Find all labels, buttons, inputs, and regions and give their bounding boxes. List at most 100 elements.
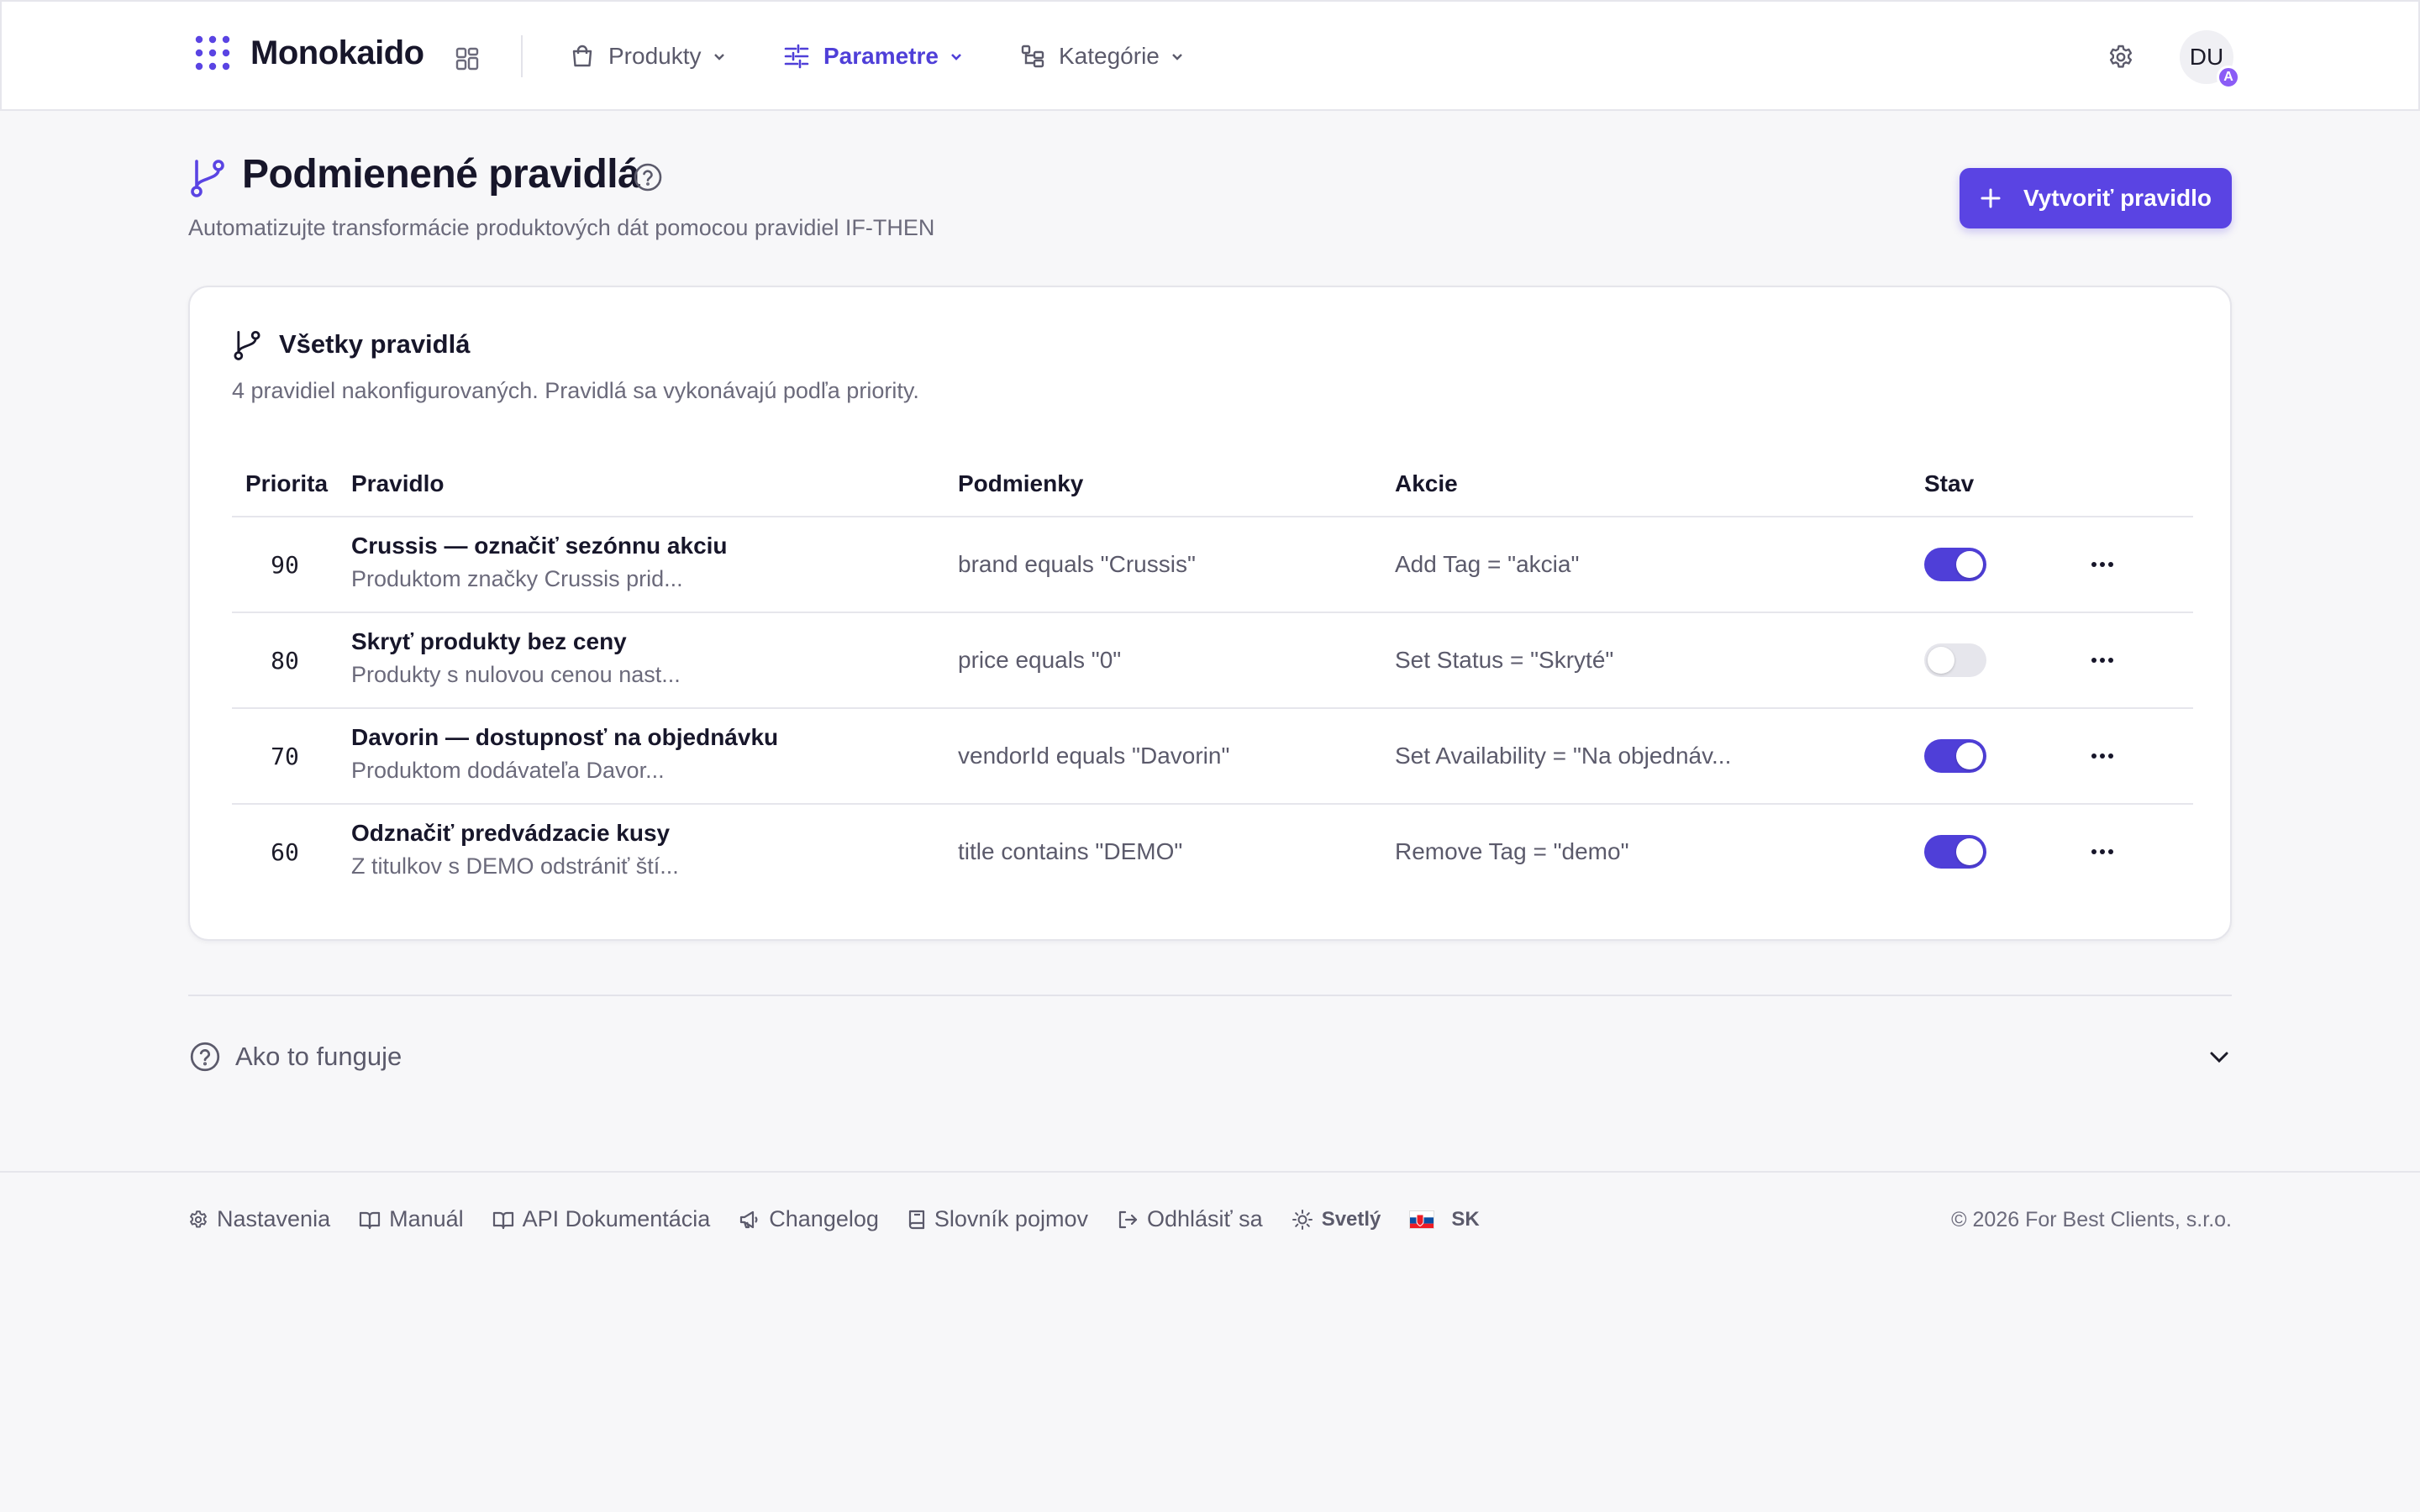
apps-grid-button[interactable] xyxy=(450,42,484,76)
open-book-icon xyxy=(492,1210,514,1230)
nav-item-label: Produkty xyxy=(608,43,702,69)
column-header-status: Stav xyxy=(1924,470,1975,496)
book-icon xyxy=(908,1209,926,1231)
nav-item-label: Parametre xyxy=(823,43,939,69)
more-horizontal-icon xyxy=(2091,657,2114,664)
column-header-actions: Akcie xyxy=(1395,470,1458,496)
rule-description: Produktom značky Crussis prid... xyxy=(351,566,683,591)
brand-name: Monokaido xyxy=(250,34,424,71)
grid-icon xyxy=(454,45,481,72)
avatar-badge: A xyxy=(2217,66,2240,89)
row-more-button[interactable] xyxy=(2086,743,2119,769)
rule-action: Add Tag = "akcia" xyxy=(1395,551,1580,577)
more-horizontal-icon xyxy=(2091,848,2114,855)
sun-icon xyxy=(1292,1209,1313,1231)
top-navigation: Monokaido Produkty Parametre Kategórie D… xyxy=(0,0,2420,111)
help-circle-icon[interactable] xyxy=(632,161,664,193)
brand-logo-link[interactable]: Monokaido xyxy=(193,34,424,72)
footer-link-glossary[interactable]: Slovník pojmov xyxy=(908,1206,1088,1232)
rule-name[interactable]: Skryť produkty bez ceny xyxy=(351,628,627,655)
chevron-down-icon xyxy=(949,49,964,64)
rule-priority: 60 xyxy=(271,837,299,866)
rule-condition: brand equals "Crussis" xyxy=(958,551,1196,577)
plus-icon xyxy=(1980,187,2002,209)
rule-action: Remove Tag = "demo" xyxy=(1395,838,1629,864)
toggle-knob xyxy=(1956,551,1983,578)
rule-action: Set Status = "Skryté" xyxy=(1395,647,1614,673)
more-horizontal-icon xyxy=(2091,561,2114,568)
nav-divider xyxy=(521,35,523,77)
rule-description: Produktom dodávateľa Davor... xyxy=(351,758,665,783)
rule-condition: title contains "DEMO" xyxy=(958,838,1183,864)
table-row[interactable]: 60 Odznačiť predvádzacie kusy Z titulkov… xyxy=(232,805,2193,900)
page-subtitle: Automatizujte transformácie produktových… xyxy=(188,215,935,240)
footer-link-label: Nastavenia xyxy=(217,1206,331,1231)
user-avatar-button[interactable]: DU A xyxy=(2180,30,2240,89)
chevron-down-icon xyxy=(2207,1045,2232,1070)
sliders-icon xyxy=(783,44,810,69)
slovakia-flag-icon xyxy=(1409,1210,1435,1229)
rule-action: Set Availability = "Na objednáv... xyxy=(1395,743,1732,769)
logout-icon xyxy=(1117,1209,1139,1231)
language-switcher[interactable]: SK xyxy=(1409,1207,1480,1231)
footer-link-settings[interactable]: Nastavenia xyxy=(188,1206,330,1232)
footer-link-manual[interactable]: Manuál xyxy=(359,1206,464,1232)
create-rule-label: Vytvoriť pravidlo xyxy=(2023,185,2212,211)
how-it-works-accordion[interactable]: Ako to funguje xyxy=(188,1030,2232,1082)
rule-status-toggle[interactable] xyxy=(1924,548,1986,581)
toggle-knob xyxy=(1928,647,1954,674)
rule-name[interactable]: Crussis — označiť sezónnu akciu xyxy=(351,533,728,559)
help-circle-icon xyxy=(188,1040,222,1074)
gear-icon xyxy=(188,1210,208,1230)
table-row[interactable]: 80 Skryť produkty bez ceny Produkty s nu… xyxy=(232,613,2193,709)
row-more-button[interactable] xyxy=(2086,647,2119,674)
footer-link-label: Slovník pojmov xyxy=(934,1206,1088,1231)
footer: Nastavenia Manuál API Dokumentácia Chang… xyxy=(0,1171,2420,1512)
footer-link-changelog[interactable]: Changelog xyxy=(739,1206,879,1232)
git-branch-icon xyxy=(188,158,227,198)
rules-card: Všetky pravidlá 4 pravidiel nakonfigurov… xyxy=(188,286,2232,941)
more-horizontal-icon xyxy=(2091,753,2114,759)
footer-link-api-docs[interactable]: API Dokumentácia xyxy=(492,1206,710,1232)
theme-toggle[interactable]: Svetlý xyxy=(1292,1208,1381,1231)
accordion-label: Ako to funguje xyxy=(235,1042,402,1071)
logo-dots-icon xyxy=(193,34,232,72)
megaphone-icon xyxy=(739,1210,760,1230)
language-label: SK xyxy=(1451,1207,1480,1231)
rule-description: Z titulkov s DEMO odstrániť ští... xyxy=(351,853,679,879)
rule-priority: 80 xyxy=(271,646,299,675)
rule-status-toggle[interactable] xyxy=(1924,739,1986,773)
card-subtitle: 4 pravidiel nakonfigurovaných. Pravidlá … xyxy=(232,378,919,403)
rule-condition: price equals "0" xyxy=(958,647,1122,673)
column-header-rule: Pravidlo xyxy=(351,470,445,496)
nav-item-kategorie[interactable]: Kategórie xyxy=(1020,35,1185,77)
rule-name[interactable]: Davorin — dostupnosť na objednávku xyxy=(351,724,778,751)
rule-name[interactable]: Odznačiť predvádzacie kusy xyxy=(351,820,670,847)
rule-condition: vendorId equals "Davorin" xyxy=(958,743,1230,769)
rule-status-toggle[interactable] xyxy=(1924,835,1986,869)
shopping-bag-icon xyxy=(570,44,595,69)
chevron-down-icon xyxy=(712,49,727,64)
nav-item-produkty[interactable]: Produkty xyxy=(570,35,727,77)
chevron-down-icon xyxy=(1170,49,1185,64)
row-more-button[interactable] xyxy=(2086,838,2119,865)
table-row[interactable]: 70 Davorin — dostupnosť na objednávku Pr… xyxy=(232,709,2193,805)
open-book-icon xyxy=(359,1210,381,1230)
category-tree-icon xyxy=(1020,44,1045,69)
nav-item-label: Kategórie xyxy=(1059,43,1160,69)
footer-links: Nastavenia Manuál API Dokumentácia Chang… xyxy=(188,1206,1508,1232)
row-more-button[interactable] xyxy=(2086,551,2119,578)
page-title: Podmienené pravidlá xyxy=(242,152,640,197)
table-row[interactable]: 90 Crussis — označiť sezónnu akciu Produ… xyxy=(232,517,2193,613)
nav-item-parametre[interactable]: Parametre xyxy=(783,35,964,77)
toggle-knob xyxy=(1956,743,1983,769)
footer-link-label: Changelog xyxy=(769,1206,879,1231)
footer-link-logout[interactable]: Odhlásiť sa xyxy=(1117,1206,1263,1232)
theme-label: Svetlý xyxy=(1321,1207,1381,1231)
rule-status-toggle[interactable] xyxy=(1924,643,1986,677)
settings-button[interactable] xyxy=(2104,40,2138,74)
create-rule-button[interactable]: Vytvoriť pravidlo xyxy=(1960,168,2232,228)
rule-description: Produkty s nulovou cenou nast... xyxy=(351,662,681,687)
rule-priority: 90 xyxy=(271,550,299,579)
avatar-initials: DU xyxy=(2189,44,2224,70)
